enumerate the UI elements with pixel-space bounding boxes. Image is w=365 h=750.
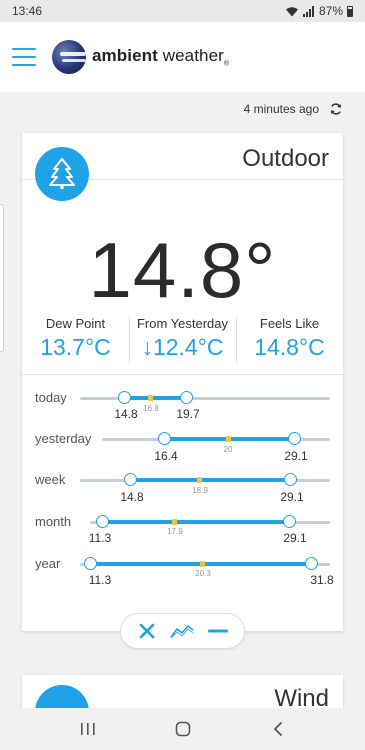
brand-name-bold: ambient xyxy=(92,46,158,66)
last-updated: 4 minutes ago xyxy=(244,102,343,116)
range-avg-value: 16.8 xyxy=(143,404,159,413)
range-min-value: 11.3 xyxy=(88,531,112,545)
close-icon[interactable] xyxy=(133,617,161,645)
range-min-value: 14.8 xyxy=(120,490,144,504)
brand-name: ambient weather® xyxy=(92,46,229,67)
range-fill xyxy=(124,396,186,400)
range-label-month: month xyxy=(35,514,72,529)
range-max-handle xyxy=(288,432,301,445)
range-label-year: year xyxy=(35,556,61,571)
back-icon[interactable] xyxy=(263,714,293,744)
recent-apps-icon[interactable] xyxy=(73,714,103,744)
signal-icon xyxy=(302,5,314,17)
outdoor-card: Outdoor 14.8° Dew Point 13.7°C From Yest… xyxy=(22,133,343,631)
range-avg-marker xyxy=(226,436,231,442)
range-max-value: 29.1 xyxy=(284,449,308,463)
range-max-handle xyxy=(305,557,318,570)
range-label-yesterday: yesterday xyxy=(35,431,92,446)
status-indicators: 87% xyxy=(285,4,353,18)
range-avg-value: 18.9 xyxy=(192,486,208,495)
battery-percent: 87% xyxy=(318,4,343,18)
range-max-handle xyxy=(180,391,193,404)
minus-icon[interactable] xyxy=(204,617,232,645)
range-avg-marker xyxy=(200,561,205,567)
range-min-handle xyxy=(124,473,137,486)
system-nav-bar xyxy=(0,708,365,750)
range-avg-value: 20 xyxy=(223,445,233,454)
status-time: 13:46 xyxy=(12,4,43,18)
temperature-ranges: today 14.8 19.7 16.8 yesterday 16.4 29.1… xyxy=(22,133,343,631)
brand-logo-icon xyxy=(52,40,86,74)
range-max-value: 29.1 xyxy=(283,531,307,545)
line-chart-icon[interactable] xyxy=(168,617,196,645)
range-max-value: 19.7 xyxy=(176,407,200,421)
range-avg-value: 20.3 xyxy=(195,569,211,578)
range-avg-marker xyxy=(148,395,153,401)
refresh-icon[interactable] xyxy=(329,102,343,116)
range-avg-marker xyxy=(172,519,177,525)
home-icon[interactable] xyxy=(168,714,198,744)
brand-registered-mark: ® xyxy=(223,60,230,68)
range-fill xyxy=(130,478,290,482)
range-label-today: today xyxy=(35,390,67,405)
range-min-value: 16.4 xyxy=(154,449,178,463)
range-max-value: 31.8 xyxy=(310,573,334,587)
tree-icon xyxy=(35,147,89,201)
range-min-value: 11.3 xyxy=(88,573,112,587)
status-bar: 13:46 87% xyxy=(0,0,365,22)
menu-icon[interactable] xyxy=(12,48,36,66)
last-updated-text: 4 minutes ago xyxy=(243,102,319,116)
app-header: ambient weather® xyxy=(0,22,365,92)
range-max-handle xyxy=(283,515,296,528)
brand-name-light: weather xyxy=(162,46,224,66)
range-min-handle xyxy=(96,515,109,528)
range-fill xyxy=(102,520,290,524)
range-avg-marker xyxy=(197,477,202,483)
wifi-icon xyxy=(285,6,298,16)
range-label-week: week xyxy=(35,472,66,487)
range-min-value: 14.8 xyxy=(114,407,138,421)
display-mode-toggle xyxy=(120,613,245,649)
range-max-handle xyxy=(284,473,297,486)
range-avg-value: 17.9 xyxy=(167,527,183,536)
range-min-handle xyxy=(84,557,97,570)
range-min-handle xyxy=(158,432,171,445)
range-max-value: 29.1 xyxy=(280,490,304,504)
side-drawer-handle[interactable] xyxy=(0,204,4,352)
battery-icon xyxy=(347,5,353,17)
range-min-handle xyxy=(118,391,131,404)
